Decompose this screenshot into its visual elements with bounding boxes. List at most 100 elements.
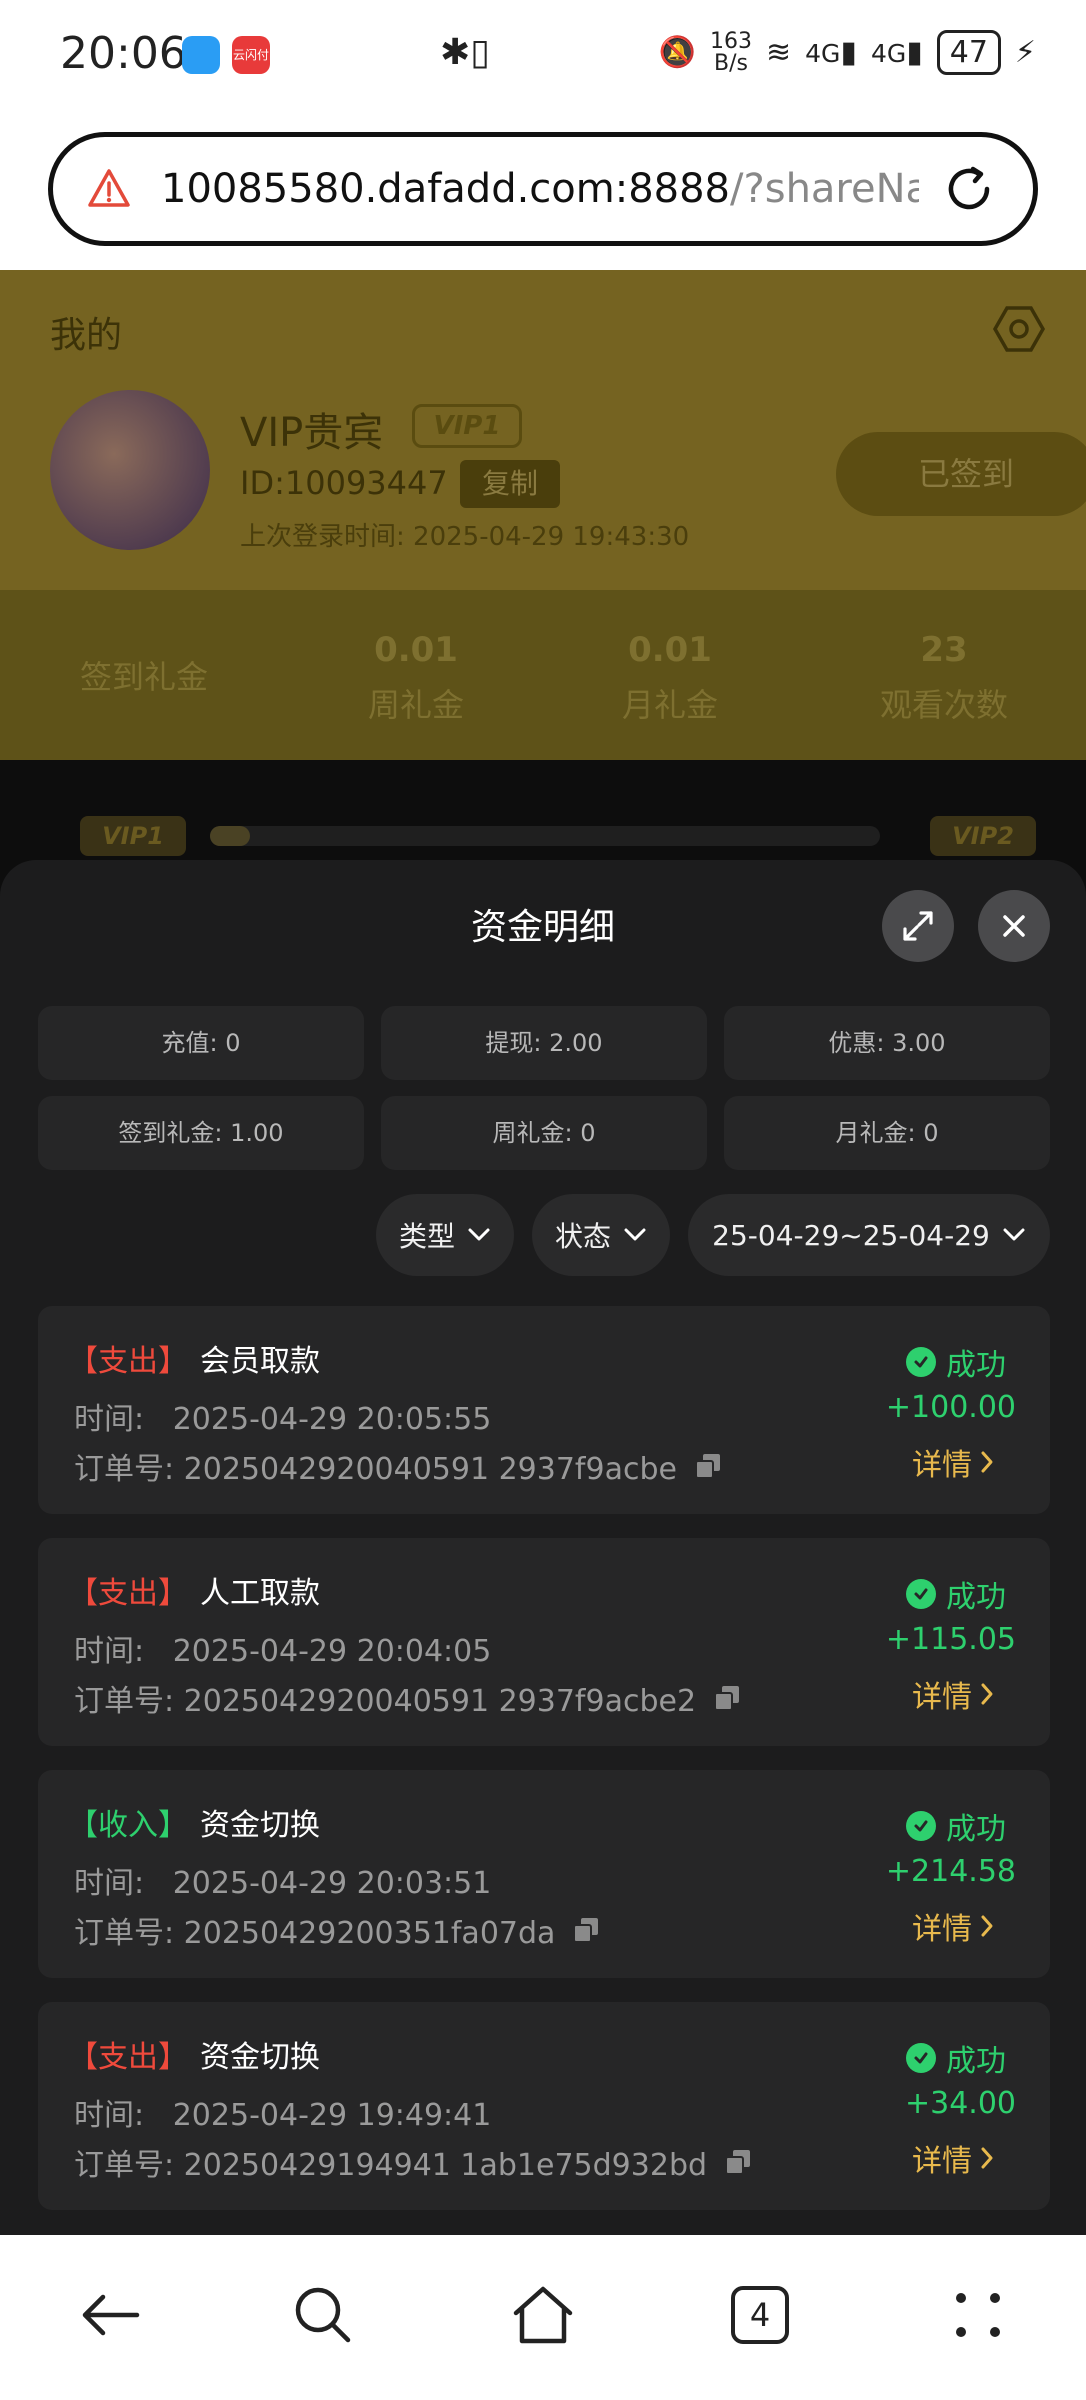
filter-bar: 类型 状态 25-04-29~25-04-29 [0, 1194, 1086, 1276]
message-app-icon [182, 36, 220, 74]
last-login: 上次登录时间: 2025-04-29 19:43:30 [240, 522, 690, 552]
level-start-badge: VIP1 [80, 816, 186, 856]
record-order: 订单号: 20250429200351fa07da [74, 1908, 601, 1952]
stat-monthly: 0.01 月礼金 [622, 630, 719, 724]
record-amount: +34.00 [904, 2086, 1016, 2121]
chevron-down-icon [624, 1228, 646, 1241]
copy-icon[interactable] [723, 2147, 753, 2177]
record-name: 资金切换 [200, 1808, 320, 1843]
fund-record[interactable]: 【支出】 资金切换 时间: 2025-04-29 19:49:41 订单号: 2… [38, 2002, 1050, 2210]
type-filter[interactable]: 类型 [376, 1194, 514, 1276]
home-icon [513, 2286, 573, 2344]
summary-withdraw: 提现: 2.00 [381, 1006, 707, 1080]
record-name: 会员取款 [200, 1344, 320, 1379]
record-name: 人工取款 [200, 1576, 320, 1611]
fund-record[interactable]: 【支出】 人工取款 时间: 2025-04-29 20:04:05 订单号: 2… [38, 1538, 1050, 1746]
chevron-right-icon [981, 2147, 993, 2169]
chevron-right-icon [981, 1915, 993, 1937]
browser-toolbar: 10085580.dafadd.com:8888/?shareName= [0, 110, 1086, 270]
vip-name: VIP贵宾 [240, 410, 384, 456]
record-time: 时间: 2025-04-29 20:04:05 [74, 1634, 492, 1669]
status-filter[interactable]: 状态 [532, 1194, 670, 1276]
copy-icon[interactable] [693, 1451, 723, 1481]
copy-icon[interactable] [712, 1683, 742, 1713]
unionpay-app-icon: 云闪付 [232, 36, 270, 74]
close-icon [1003, 915, 1025, 937]
copy-id-button[interactable]: 复制 [460, 460, 560, 508]
check-circle-icon [906, 1579, 936, 1609]
summary-grid: 充值: 0 提现: 2.00 优惠: 3.00 签到礼金: 1.00 周礼金: … [38, 1006, 1050, 1170]
profile-header: 我的 VIP贵宾 VIP1 ID:10093447 复制 上次登录时间: 202… [0, 270, 1086, 590]
check-circle-icon [906, 2043, 936, 2073]
signed-in-button[interactable]: 已签到 [836, 432, 1086, 516]
back-button[interactable] [70, 2275, 150, 2355]
stat-views: 23 观看次数 [880, 630, 1009, 724]
home-button[interactable] [503, 2275, 583, 2355]
chevron-right-icon [981, 1683, 993, 1705]
stats-row: 签到礼金 0.01 周礼金 0.01 月礼金 23 观看次数 [0, 590, 1086, 760]
menu-button[interactable] [938, 2275, 1018, 2355]
chevron-down-icon [468, 1228, 490, 1241]
warning-icon[interactable] [87, 167, 131, 211]
record-name: 资金切换 [200, 2040, 320, 2075]
url-text[interactable]: 10085580.dafadd.com:8888/?shareName= [161, 166, 919, 212]
settings-icon[interactable] [992, 302, 1046, 356]
status-bar: 20:06 云闪付 ✱▯ 🔕 163 B/s ≋ 4G▮ 4G▮ 47 ⚡ [0, 0, 1086, 110]
reload-icon[interactable] [939, 159, 999, 219]
record-type: 【支出】 [68, 2040, 188, 2075]
battery-icon: 47 [936, 30, 1001, 75]
search-button[interactable] [283, 2275, 363, 2355]
record-detail-link[interactable]: 详情 [912, 1672, 994, 1716]
chevron-down-icon [1003, 1228, 1025, 1241]
record-amount: +115.05 [885, 1622, 1016, 1657]
tabs-icon: 4 [731, 2286, 789, 2344]
record-status: 成功 [906, 1572, 1006, 1616]
record-status: 成功 [906, 1340, 1006, 1384]
record-order: 订单号: 2025042920040591 2937f9acbe2 [74, 1676, 742, 1720]
record-status: 成功 [906, 1804, 1006, 1848]
stat-checkin: 签到礼金 [80, 658, 209, 696]
avatar [50, 390, 210, 550]
record-detail-link[interactable]: 详情 [912, 1440, 994, 1484]
check-circle-icon [906, 1811, 936, 1841]
record-type: 【支出】 [68, 1576, 188, 1611]
fund-record[interactable]: 【支出】 会员取款 时间: 2025-04-29 20:05:55 订单号: 2… [38, 1306, 1050, 1514]
mute-icon: 🔕 [658, 35, 696, 70]
expand-button[interactable] [882, 890, 954, 962]
expand-icon [903, 911, 933, 941]
summary-checkin-bonus: 签到礼金: 1.00 [38, 1096, 364, 1170]
record-amount: +214.58 [885, 1854, 1016, 1889]
close-button[interactable] [978, 890, 1050, 962]
summary-deposit: 充值: 0 [38, 1006, 364, 1080]
level-end-badge: VIP2 [930, 816, 1036, 856]
check-circle-icon [906, 1347, 936, 1377]
record-type: 【收入】 [68, 1808, 188, 1843]
signal-icon-1: 4G▮ [805, 35, 857, 70]
wifi-icon: ≋ [766, 35, 792, 70]
address-bar[interactable]: 10085580.dafadd.com:8888/?shareName= [48, 132, 1038, 246]
record-time: 时间: 2025-04-29 19:49:41 [74, 2098, 492, 2133]
summary-discount: 优惠: 3.00 [724, 1006, 1050, 1080]
status-icons: 🔕 163 B/s ≋ 4G▮ 4G▮ 47 ⚡ [659, 30, 1036, 75]
summary-weekly-bonus: 周礼金: 0 [381, 1096, 707, 1170]
record-time: 时间: 2025-04-29 20:05:55 [74, 1402, 492, 1437]
tabs-button[interactable]: 4 [720, 2275, 800, 2355]
record-order: 订单号: 20250429194941 1ab1e75d932bd [74, 2140, 753, 2184]
clock: 20:06 [60, 28, 187, 79]
page-title: 我的 [50, 315, 123, 356]
record-status: 成功 [906, 2036, 1006, 2080]
net-speed: 163 B/s [710, 28, 752, 76]
date-range-filter[interactable]: 25-04-29~25-04-29 [688, 1194, 1050, 1276]
record-type: 【支出】 [68, 1344, 188, 1379]
charging-icon: ⚡ [1014, 35, 1036, 70]
level-progress-track [210, 826, 880, 846]
record-detail-link[interactable]: 详情 [912, 1904, 994, 1948]
copy-icon[interactable] [571, 1915, 601, 1945]
fund-record[interactable]: 【收入】 资金切换 时间: 2025-04-29 20:03:51 订单号: 2… [38, 1770, 1050, 1978]
record-order: 订单号: 2025042920040591 2937f9acbe [74, 1444, 723, 1488]
bluetooth-icon: ✱▯ [440, 32, 490, 73]
arrow-left-icon [82, 2294, 140, 2336]
search-icon [295, 2287, 351, 2343]
record-detail-link[interactable]: 详情 [912, 2136, 994, 2180]
stat-weekly: 0.01 周礼金 [368, 630, 465, 724]
